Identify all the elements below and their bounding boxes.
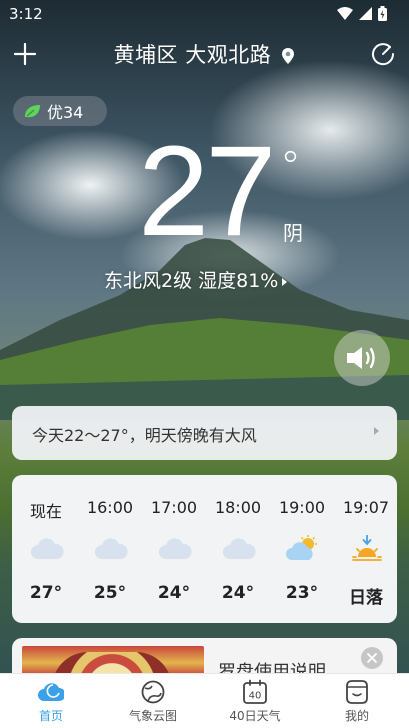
nav-profile[interactable]: 我的 [306, 674, 408, 728]
close-news-button[interactable] [361, 647, 383, 669]
current-temperature: 27 [138, 120, 276, 263]
voice-broadcast-button[interactable] [334, 330, 390, 386]
aqi-badge[interactable]: 优34 [13, 96, 107, 126]
hourly-item[interactable]: 19:07 日落 [334, 475, 397, 623]
speaker-icon [347, 347, 375, 369]
bottom-navigation: 首页 气象云图 40 40日天气 我的 [0, 673, 409, 728]
hourly-temperature: 25° [93, 583, 127, 603]
cloud-icon [31, 538, 64, 559]
wifi-icon [337, 7, 353, 20]
nav-label: 气象云图 [128, 709, 177, 723]
hourly-temperature: 24° [157, 583, 191, 603]
home-cloud-icon [38, 683, 64, 701]
forecast-summary-text: 今天22～27°，明天傍晚有大风 [32, 426, 257, 445]
hourly-temperature: 23° [285, 583, 319, 603]
hourly-temperature: 24° [221, 583, 255, 603]
svg-text:40: 40 [249, 691, 262, 702]
hourly-item[interactable]: 19:00 23° [270, 475, 334, 623]
refresh-icon[interactable] [370, 41, 396, 67]
hourly-item[interactable]: 现在 27° [14, 475, 78, 623]
forecast-summary-card[interactable]: 今天22～27°，明天傍晚有大风 [12, 406, 397, 460]
location-name: 黄埔区 大观北路 [113, 43, 272, 67]
signal-icon [359, 7, 372, 20]
partly-cloudy-icon [286, 535, 317, 560]
leaf-icon [25, 105, 40, 118]
chevron-right-icon [282, 277, 288, 286]
chevron-right-icon [374, 427, 379, 435]
hourly-item[interactable]: 17:00 24° [142, 475, 206, 623]
hourly-time: 17:00 [150, 498, 198, 517]
sunset-icon [352, 535, 382, 561]
aqi-label: 优34 [47, 103, 84, 122]
nav-label: 40日天气 [229, 709, 281, 723]
cloud-map-icon [141, 680, 165, 704]
top-bar: 黄埔区 大观北路 [0, 32, 409, 76]
hourly-time: 16:00 [86, 498, 134, 517]
hourly-time: 现在 [29, 502, 62, 521]
cloud-icon [159, 538, 192, 559]
degree-symbol: ° [280, 142, 301, 191]
status-bar: 3:12 [0, 0, 409, 28]
hourly-temperature: 27° [29, 583, 63, 603]
hourly-time: 19:00 [278, 498, 326, 517]
battery-icon [378, 6, 387, 21]
close-icon [367, 653, 377, 663]
current-condition: 阴 [283, 221, 303, 245]
location-pin-icon [282, 48, 295, 64]
nav-label: 首页 [38, 709, 63, 723]
nav-home[interactable]: 首页 [0, 674, 102, 728]
wind-humidity-link[interactable]: 东北风2级 湿度81% [104, 266, 288, 293]
nav-40-day[interactable]: 40 40日天气 [204, 674, 306, 728]
hourly-temperature: 日落 [349, 588, 383, 608]
cloud-icon [223, 538, 256, 559]
hourly-time: 19:07 [342, 498, 390, 517]
nav-label: 我的 [344, 709, 369, 723]
hourly-item[interactable]: 16:00 25° [78, 475, 142, 623]
hourly-item[interactable]: 18:00 24° [206, 475, 270, 623]
cloud-icon [95, 538, 128, 559]
hourly-time: 18:00 [214, 498, 262, 517]
nav-cloud-map[interactable]: 气象云图 [102, 674, 204, 728]
location-selector[interactable]: 黄埔区 大观北路 [0, 39, 409, 69]
hourly-forecast-card[interactable]: 现在 27° 16:00 25° 17:00 24° 18:00 24° 19:… [12, 475, 397, 623]
wind-humidity-text: 东北风2级 湿度81% [104, 270, 279, 292]
calendar-40-icon: 40 [243, 679, 267, 704]
status-time: 3:12 [9, 5, 43, 23]
profile-icon [346, 680, 368, 704]
